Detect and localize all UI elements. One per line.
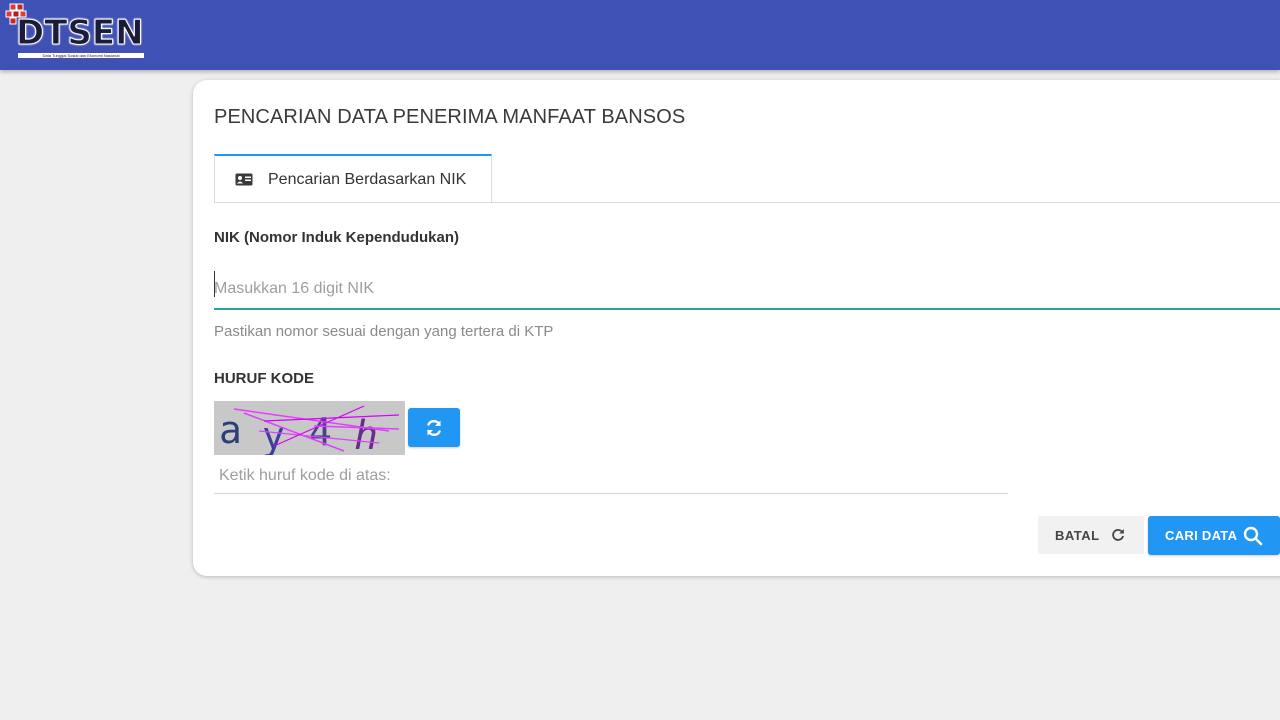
nik-helper-text: Pastikan nomor sesuai dengan yang terter… xyxy=(214,323,554,340)
cancel-button[interactable]: BATAL xyxy=(1038,516,1144,554)
top-navbar: DTSEN Data Tunggal Sosial dan Ekonomi Na… xyxy=(0,0,1280,70)
brand-name: DTSEN xyxy=(16,13,145,53)
captcha-char: 4 xyxy=(309,410,332,454)
search-icon xyxy=(1243,526,1263,546)
captcha-label: HURUF KODE xyxy=(214,370,314,387)
search-button-label: CARI DATA xyxy=(1165,528,1238,543)
page-title: PENCARIAN DATA PENERIMA MANFAAT BANSOS xyxy=(214,106,686,128)
brand-tagline: Data Tunggal Sosial dan Ekonomi Nasional xyxy=(18,53,144,58)
tab-bar: Pencarian Berdasarkan NIK xyxy=(214,154,1280,203)
captcha-char: a xyxy=(219,408,242,452)
dtsen-logo[interactable]: DTSEN Data Tunggal Sosial dan Ekonomi Na… xyxy=(4,2,144,62)
captcha-refresh-button[interactable] xyxy=(408,408,460,447)
id-card-icon xyxy=(235,173,253,186)
nik-label: NIK (Nomor Induk Kependudukan) xyxy=(214,229,459,246)
reload-icon xyxy=(1112,529,1124,541)
refresh-icon xyxy=(427,419,441,437)
captcha-image: a y 4 h xyxy=(214,401,405,455)
tab-nik-search[interactable]: Pencarian Berdasarkan NIK xyxy=(214,154,492,202)
captcha-input[interactable] xyxy=(214,458,1008,494)
search-card: PENCARIAN DATA PENERIMA MANFAAT BANSOS P… xyxy=(193,80,1280,576)
text-cursor xyxy=(214,271,215,297)
tab-label: Pencarian Berdasarkan NIK xyxy=(268,171,467,188)
cancel-button-label: BATAL xyxy=(1055,528,1100,543)
captcha-char: h xyxy=(354,413,378,455)
nik-input[interactable] xyxy=(214,270,1280,310)
search-button[interactable]: CARI DATA xyxy=(1148,516,1280,555)
